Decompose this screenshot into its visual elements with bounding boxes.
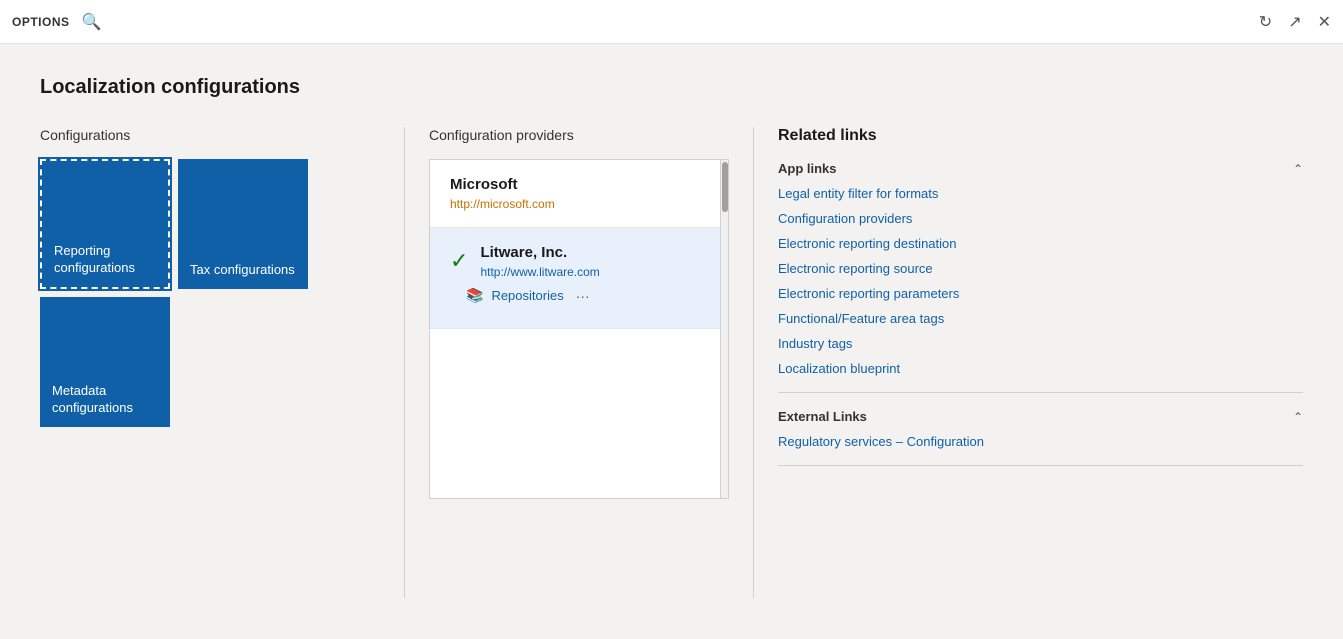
provider-litware-header: ✓ Litware, Inc. http://www.litware.com (450, 244, 700, 279)
tile-metadata-label: Metadata configurations (52, 383, 158, 417)
app-links-chevron[interactable]: ⌃ (1293, 162, 1303, 176)
providers-section-title: Configuration providers (429, 127, 729, 143)
app-links-header: App links ⌃ (778, 161, 1303, 176)
provider-litware-info: Litware, Inc. http://www.litware.com (480, 244, 599, 279)
section-divider (778, 392, 1303, 393)
external-links-bottom-divider (778, 465, 1303, 466)
providers-scrollbar[interactable] (721, 159, 729, 499)
tile-reporting[interactable]: Reporting configurations (40, 159, 170, 289)
link-electronic-reporting-source[interactable]: Electronic reporting source (778, 261, 1303, 276)
external-links-chevron[interactable]: ⌃ (1293, 410, 1303, 424)
link-configuration-providers[interactable]: Configuration providers (778, 211, 1303, 226)
related-links-column: Related links App links ⌃ Legal entity f… (778, 127, 1303, 598)
repositories-icon: 📚 (466, 287, 483, 304)
col-divider-2 (753, 127, 754, 598)
checkmark-icon: ✓ (450, 248, 468, 274)
close-icon[interactable]: ✕ (1318, 12, 1331, 32)
repositories-link[interactable]: Repositories (491, 288, 563, 303)
providers-column: Configuration providers Microsoft http:/… (429, 127, 729, 598)
options-label: OPTIONS (12, 15, 70, 29)
provider-microsoft[interactable]: Microsoft http://microsoft.com (430, 160, 720, 228)
link-electronic-reporting-parameters[interactable]: Electronic reporting parameters (778, 286, 1303, 301)
provider-litware-name: Litware, Inc. (480, 244, 599, 261)
title-bar-left: OPTIONS 🔍 (12, 12, 101, 32)
refresh-icon[interactable]: ↻ (1259, 12, 1272, 32)
providers-scroll-wrapper: Microsoft http://microsoft.com ✓ Litware… (429, 159, 729, 499)
tile-tax[interactable]: Tax configurations (178, 159, 308, 289)
title-bar: OPTIONS 🔍 ↻ ↗ ✕ (0, 0, 1343, 44)
external-links-title: External Links (778, 409, 867, 424)
tile-metadata[interactable]: Metadata configurations (40, 297, 170, 427)
app-links-list: Legal entity filter for formats Configur… (778, 186, 1303, 376)
link-legal-entity-filter[interactable]: Legal entity filter for formats (778, 186, 1303, 201)
providers-list: Microsoft http://microsoft.com ✓ Litware… (429, 159, 721, 499)
tile-reporting-label: Reporting configurations (54, 243, 156, 277)
link-localization-blueprint[interactable]: Localization blueprint (778, 361, 1303, 376)
external-links-list: Regulatory services – Configuration (778, 434, 1303, 449)
columns-layout: Configurations Reporting configurations … (40, 127, 1303, 598)
page-title: Localization configurations (40, 76, 1303, 99)
provider-microsoft-url: http://microsoft.com (450, 197, 700, 211)
app-links-title: App links (778, 161, 837, 176)
main-content: Localization configurations Configuratio… (0, 44, 1343, 639)
search-icon[interactable]: 🔍 (82, 12, 102, 32)
link-regulatory-services-configuration[interactable]: Regulatory services – Configuration (778, 434, 1303, 449)
provider-litware-actions: 📚 Repositories ··· (450, 279, 700, 312)
tiles-grid: Reporting configurations Tax configurati… (40, 159, 380, 427)
provider-microsoft-name: Microsoft (450, 176, 700, 193)
link-industry-tags[interactable]: Industry tags (778, 336, 1303, 351)
scrollbar-thumb (722, 162, 728, 212)
provider-litware-url: http://www.litware.com (480, 265, 599, 279)
more-actions-icon[interactable]: ··· (576, 288, 590, 304)
tile-empty (178, 297, 308, 427)
external-links-header: External Links ⌃ (778, 409, 1303, 424)
link-functional-feature-area-tags[interactable]: Functional/Feature area tags (778, 311, 1303, 326)
popout-icon[interactable]: ↗ (1288, 12, 1301, 32)
col-divider-1 (404, 127, 405, 598)
provider-litware[interactable]: ✓ Litware, Inc. http://www.litware.com 📚… (430, 228, 720, 329)
related-links-title: Related links (778, 127, 1303, 145)
configurations-column: Configurations Reporting configurations … (40, 127, 380, 598)
title-bar-right: ↻ ↗ ✕ (1259, 12, 1331, 32)
tile-tax-label: Tax configurations (190, 262, 295, 279)
link-electronic-reporting-destination[interactable]: Electronic reporting destination (778, 236, 1303, 251)
configurations-section-title: Configurations (40, 127, 380, 143)
